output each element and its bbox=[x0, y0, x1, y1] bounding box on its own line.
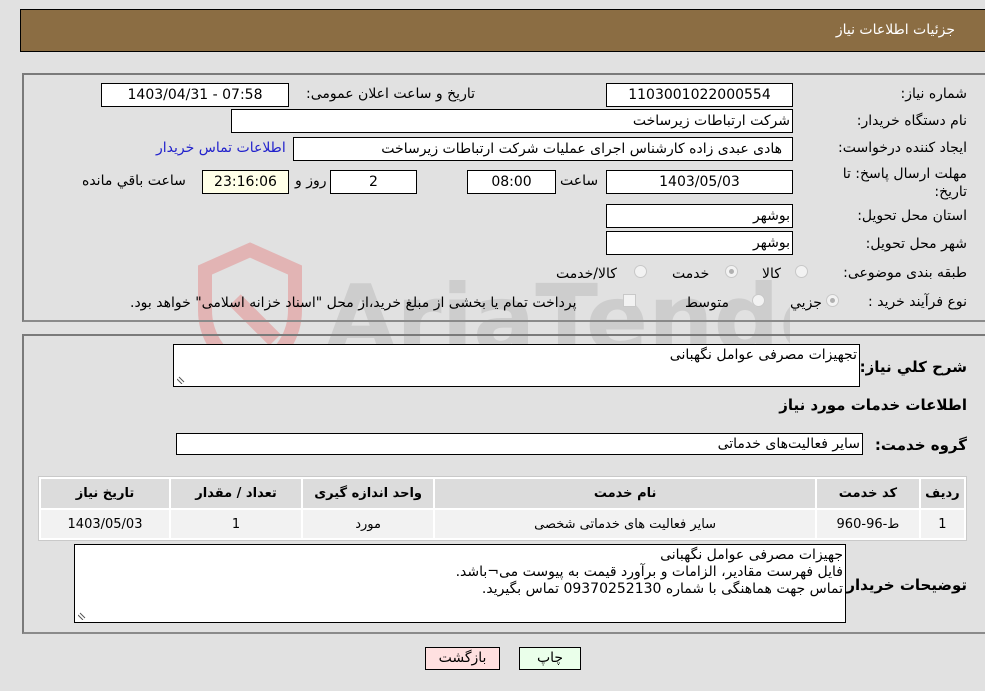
deadline-time-label: ساعت bbox=[560, 173, 599, 189]
category-option-goods: کالا bbox=[762, 266, 781, 282]
requester-field[interactable]: هادی عبدی زاده کارشناس اجرای عملیات شرکت… bbox=[293, 137, 793, 161]
category-label: طبقه بندی موضوعی: bbox=[843, 265, 967, 281]
col-service-name: نام خدمت bbox=[435, 479, 816, 508]
buyer-notes-line: جهیزات مصرفی عوامل نگهبانی bbox=[660, 547, 843, 563]
resize-grip-icon[interactable] bbox=[177, 376, 185, 384]
delivery-province-label: استان محل تحویل: bbox=[857, 208, 967, 224]
announce-datetime-label: تاریخ و ساعت اعلان عمومی: bbox=[306, 86, 475, 102]
cell-quantity: 1 bbox=[171, 510, 302, 538]
cell-service-name: سایر فعالیت های خدماتی شخصی bbox=[435, 510, 816, 538]
requester-label: ایجاد کننده درخواست: bbox=[838, 140, 967, 156]
col-unit: واحد اندازه گیری bbox=[303, 479, 434, 508]
col-service-code: کد خدمت bbox=[817, 479, 919, 508]
resize-grip-icon[interactable] bbox=[78, 612, 86, 620]
col-row: ردیف bbox=[920, 479, 964, 508]
deadline-date-field[interactable]: 1403/05/03 bbox=[606, 170, 793, 194]
buyer-notes-line: فایل فهرست مقادیر، الزامات و برآورد قیمت… bbox=[455, 564, 843, 580]
table-row: 1403/05/03 1 مورد سایر فعالیت های خدماتی… bbox=[41, 510, 964, 538]
page-title: جزئیات اطلاعات نیاز bbox=[835, 22, 955, 38]
summary-label: شرح کلي نیاز: bbox=[859, 358, 967, 376]
deadline-label: مهلت ارسال پاسخ: تا تاریخ: bbox=[842, 166, 967, 200]
buyer-contact-link[interactable]: اطلاعات تماس خریدار bbox=[156, 140, 286, 156]
buyer-notes-label: توضیحات خریدار: bbox=[840, 576, 967, 594]
back-button[interactable]: بازگشت bbox=[425, 647, 500, 670]
purchase-type-radio-minor[interactable] bbox=[826, 294, 839, 307]
announce-datetime-field[interactable]: 1403/04/31 - 07:58 bbox=[101, 83, 289, 107]
table-header-row: تاریخ نیاز تعداد / مقدار واحد اندازه گیر… bbox=[41, 479, 964, 508]
cell-row-number: 1 bbox=[920, 510, 964, 538]
category-radio-goods[interactable] bbox=[795, 265, 808, 278]
cell-unit: مورد bbox=[303, 510, 434, 538]
delivery-province-field[interactable]: بوشهر bbox=[606, 204, 793, 228]
services-section-title: اطلاعات خدمات مورد نیاز bbox=[779, 396, 967, 414]
remaining-days-field[interactable]: 2 bbox=[330, 170, 417, 194]
services-table: تاریخ نیاز تعداد / مقدار واحد اندازه گیر… bbox=[38, 476, 967, 541]
need-number-label: شماره نیاز: bbox=[900, 86, 968, 102]
cell-service-code: ط-96-960 bbox=[817, 510, 919, 538]
col-quantity: تعداد / مقدار bbox=[171, 479, 302, 508]
days-label: روز و bbox=[295, 173, 327, 189]
delivery-city-field[interactable]: بوشهر bbox=[606, 231, 793, 255]
purchase-type-label: نوع فرآیند خرید : bbox=[868, 294, 967, 310]
category-radio-goods-service[interactable] bbox=[634, 265, 647, 278]
delivery-city-label: شهر محل تحویل: bbox=[865, 236, 967, 252]
summary-textarea[interactable]: تجهیزات مصرفی عوامل نگهبانی bbox=[173, 344, 860, 387]
purchase-type-option-medium: متوسط bbox=[685, 295, 729, 311]
buyer-org-label: نام دستگاه خریدار: bbox=[856, 113, 967, 129]
service-group-label: گروه خدمت: bbox=[874, 436, 967, 454]
remaining-time-field[interactable]: 23:16:06 bbox=[202, 170, 289, 194]
purchase-type-radio-medium[interactable] bbox=[752, 294, 765, 307]
buyer-notes-textarea[interactable]: جهیزات مصرفی عوامل نگهبانی فایل فهرست مق… bbox=[74, 544, 846, 623]
category-option-service: خدمت bbox=[672, 266, 710, 282]
treasury-note: پرداخت تمام یا بخشی از مبلغ خرید،از محل … bbox=[130, 295, 577, 311]
buyer-notes-line: تماس جهت هماهنگی با شماره 09370252130 تم… bbox=[481, 581, 843, 597]
need-number-field[interactable]: 1103001022000554 bbox=[606, 83, 793, 107]
purchase-type-option-minor: جزیي bbox=[790, 295, 822, 311]
summary-text: تجهیزات مصرفی عوامل نگهبانی bbox=[669, 347, 857, 363]
page-header: جزئیات اطلاعات نیاز bbox=[20, 9, 985, 52]
buyer-org-field[interactable]: شرکت ارتباطات زیرساخت bbox=[231, 109, 793, 133]
category-radio-service[interactable] bbox=[725, 265, 738, 278]
cell-need-date: 1403/05/03 bbox=[41, 510, 170, 538]
treasury-checkbox[interactable] bbox=[623, 294, 636, 307]
service-group-field[interactable]: سایر فعالیت‌های خدماتی bbox=[176, 433, 863, 455]
remaining-label: ساعت باقي مانده bbox=[82, 173, 186, 189]
category-option-goods-service: کالا/خدمت bbox=[556, 266, 617, 282]
deadline-time-field[interactable]: 08:00 bbox=[467, 170, 556, 194]
col-need-date: تاریخ نیاز bbox=[41, 479, 170, 508]
print-button[interactable]: چاپ bbox=[519, 647, 581, 670]
